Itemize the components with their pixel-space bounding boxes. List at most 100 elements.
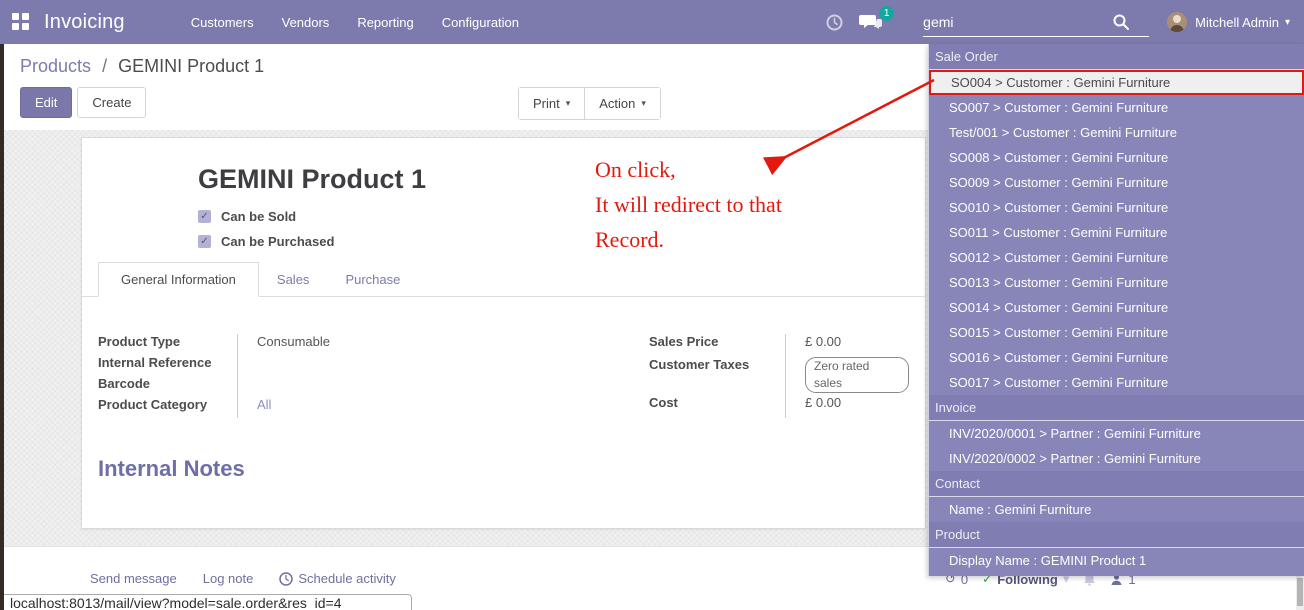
tab-sales[interactable]: Sales: [259, 263, 328, 296]
dropdown-result-item[interactable]: Test/001 > Customer : Gemini Furniture: [929, 120, 1304, 145]
dropdown-result-item[interactable]: SO012 > Customer : Gemini Furniture: [929, 245, 1304, 270]
print-dropdown-button[interactable]: Print▾: [519, 88, 584, 119]
schedule-activity-button[interactable]: Schedule activity: [279, 571, 396, 586]
dropdown-result-item[interactable]: SO016 > Customer : Gemini Furniture: [929, 345, 1304, 370]
app-name[interactable]: Invoicing: [44, 11, 125, 34]
product-form-card: GEMINI Product 1 ✓ Can be Sold ✓ Can be Pur…: [81, 137, 926, 529]
field-label: Sales Price: [649, 334, 785, 357]
dropdown-result-item[interactable]: SO013 > Customer : Gemini Furniture: [929, 270, 1304, 295]
checkbox-row: ✓ Can be Sold: [198, 204, 925, 229]
product-flags: ✓ Can be Sold ✓ Can be Purchased: [198, 204, 925, 254]
edit-button[interactable]: Edit: [20, 87, 72, 118]
field-value: [237, 355, 330, 376]
field-row: Sales Price£ 0.00: [649, 334, 909, 357]
dropdown-result-item[interactable]: SO004 > Customer : Gemini Furniture: [929, 70, 1304, 95]
checkbox-row: ✓ Can be Purchased: [198, 229, 925, 254]
tab-general-information[interactable]: General Information: [98, 262, 259, 297]
notebook-tabs: General InformationSalesPurchase: [82, 262, 925, 297]
field-columns: Product TypeConsumableInternal Reference…: [82, 297, 925, 418]
field-value[interactable]: All: [237, 397, 330, 418]
dropdown-result-item[interactable]: SO011 > Customer : Gemini Furniture: [929, 220, 1304, 245]
checkbox-label: Can be Sold: [221, 209, 296, 224]
print-caret-icon: ▾: [566, 98, 571, 109]
apps-menu-icon[interactable]: [12, 13, 30, 31]
dropdown-result-item[interactable]: SO017 > Customer : Gemini Furniture: [929, 370, 1304, 395]
form-buttons: Edit Create: [20, 87, 146, 118]
breadcrumb: Products / GEMINI Product 1: [20, 56, 264, 77]
field-row: Product TypeConsumable: [98, 334, 330, 355]
schedule-clock-icon: [279, 572, 293, 586]
messages-icon[interactable]: 1: [859, 13, 883, 32]
dropdown-result-item[interactable]: SO015 > Customer : Gemini Furniture: [929, 320, 1304, 345]
internal-notes-heading: Internal Notes: [98, 456, 925, 482]
dropdown-group-header: Invoice: [929, 395, 1304, 421]
field-row: Product CategoryAll: [98, 397, 330, 418]
breadcrumb-products-link[interactable]: Products: [20, 56, 91, 76]
create-button[interactable]: Create: [77, 87, 146, 118]
browser-scrollbar[interactable]: [1296, 576, 1304, 610]
field-value: Consumable: [237, 334, 330, 355]
browser-status-tooltip: localhost:8013/mail/view?model=sale.orde…: [4, 594, 412, 610]
field-row: Internal Reference: [98, 355, 330, 376]
field-label: Barcode: [98, 376, 237, 397]
top-navbar: Invoicing Customers Vendors Reporting Confi…: [0, 0, 1304, 44]
user-avatar[interactable]: [1167, 12, 1187, 32]
dropdown-result-item[interactable]: INV/2020/0002 > Partner : Gemini Furnitu…: [929, 446, 1304, 471]
breadcrumb-separator: /: [102, 56, 107, 76]
activities-clock-icon[interactable]: [826, 14, 843, 31]
checkbox-label: Can be Purchased: [221, 234, 334, 249]
action-caret-icon: ▾: [641, 98, 646, 109]
dropdown-group-header: Contact: [929, 471, 1304, 497]
dropdown-group-header: Product: [929, 522, 1304, 548]
message-count-badge: 1: [879, 6, 894, 21]
breadcrumb-current: GEMINI Product 1: [118, 56, 264, 76]
dropdown-result-item[interactable]: Name : Gemini Furniture: [929, 497, 1304, 522]
field-value[interactable]: Zero rated sales: [785, 357, 909, 396]
right-field-group: Sales Price£ 0.00Customer TaxesZero rate…: [649, 334, 909, 418]
dropdown-result-item[interactable]: SO010 > Customer : Gemini Furniture: [929, 195, 1304, 220]
dropdown-group-header: Sale Order: [929, 44, 1304, 70]
checkbox-icon[interactable]: ✓: [198, 235, 211, 248]
log-note-button[interactable]: Log note: [203, 571, 254, 586]
field-label: Product Category: [98, 397, 237, 418]
field-row: Cost£ 0.00: [649, 395, 909, 418]
field-value: £ 0.00: [785, 395, 909, 418]
user-menu[interactable]: Mitchell Admin: [1195, 15, 1279, 30]
left-field-group: Product TypeConsumableInternal Reference…: [98, 334, 330, 418]
dropdown-result-item[interactable]: INV/2020/0001 > Partner : Gemini Furnitu…: [929, 421, 1304, 446]
global-search: [923, 7, 1149, 37]
field-value: £ 0.00: [785, 334, 909, 357]
tab-purchase[interactable]: Purchase: [327, 263, 418, 296]
dropdown-result-item[interactable]: SO014 > Customer : Gemini Furniture: [929, 295, 1304, 320]
action-dropdown-button[interactable]: Action▾: [584, 88, 660, 119]
navbar-right: 1 Mitchell Admin ▾: [826, 0, 1304, 44]
menu-customers[interactable]: Customers: [181, 9, 264, 36]
user-menu-caret-icon[interactable]: ▾: [1285, 17, 1290, 28]
send-message-button[interactable]: Send message: [90, 571, 177, 586]
field-row: Customer Taxes Zero rated sales: [649, 357, 909, 396]
menu-vendors[interactable]: Vendors: [272, 9, 340, 36]
status-url: localhost:8013/mail/view?model=sale.orde…: [4, 595, 411, 610]
menu-configuration[interactable]: Configuration: [432, 9, 529, 36]
field-row: Barcode: [98, 376, 330, 397]
search-results-dropdown: Sale OrderSO004 > Customer : Gemini Furn…: [928, 44, 1304, 576]
search-input[interactable]: [923, 14, 1113, 30]
dropdown-result-item[interactable]: SO007 > Customer : Gemini Furniture: [929, 95, 1304, 120]
field-label: Product Type: [98, 334, 237, 355]
dropdown-result-item[interactable]: SO009 > Customer : Gemini Furniture: [929, 170, 1304, 195]
print-action-group: Print▾ Action▾: [518, 87, 661, 120]
field-label: Cost: [649, 395, 785, 418]
tax-pill[interactable]: Zero rated sales: [805, 357, 909, 393]
checkbox-icon[interactable]: ✓: [198, 210, 211, 223]
product-title: GEMINI Product 1: [198, 164, 925, 195]
field-value: [237, 376, 330, 397]
search-icon[interactable]: [1113, 14, 1129, 30]
dropdown-result-item[interactable]: SO008 > Customer : Gemini Furniture: [929, 145, 1304, 170]
main-menu: Customers Vendors Reporting Configuration: [181, 9, 529, 36]
window-left-edge: [0, 44, 4, 610]
field-label: Customer Taxes: [649, 357, 785, 396]
field-label: Internal Reference: [98, 355, 237, 376]
menu-reporting[interactable]: Reporting: [347, 9, 423, 36]
dropdown-result-item[interactable]: Display Name : GEMINI Product 1: [929, 548, 1304, 573]
chatter-actions: Send message Log note Schedule activity: [90, 571, 396, 586]
